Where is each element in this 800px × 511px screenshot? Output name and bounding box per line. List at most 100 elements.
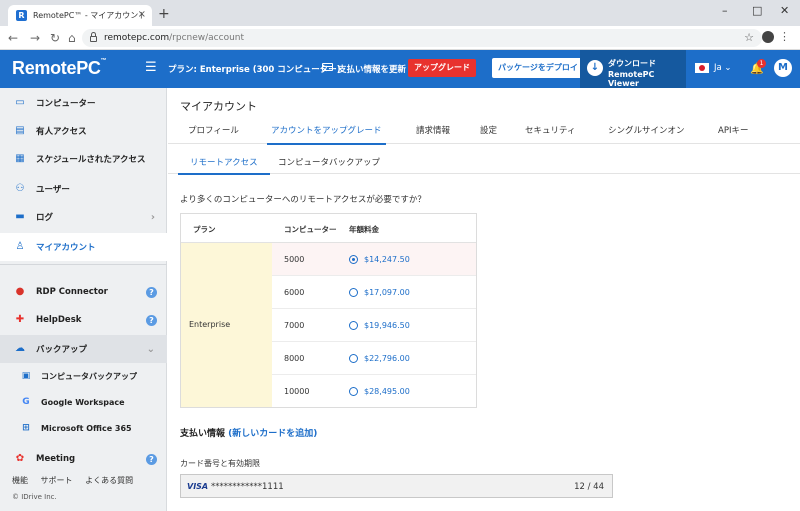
deploy-package-button[interactable]: パッケージをデプロイ <box>492 58 584 78</box>
sidebar-item-backup[interactable]: ☁ バックアップ ⌄ <box>0 335 167 363</box>
sidebar-item-attended-access[interactable]: ▤ 有人アクセス <box>0 117 167 145</box>
footer-link-faq[interactable]: よくある質問 <box>85 476 133 485</box>
avatar[interactable]: M <box>774 59 792 77</box>
sidebar-item-helpdesk[interactable]: ✚ HelpDesk ? <box>0 306 167 334</box>
language-selector[interactable]: Ja ⌄ <box>714 63 732 73</box>
download-icon: ↓ <box>587 60 603 76</box>
sidebar-item-label: Meeting <box>36 454 76 464</box>
close-window-button[interactable]: ✕ <box>780 4 789 17</box>
radio-button[interactable] <box>349 387 358 396</box>
tab-upgrade-account[interactable]: アカウントをアップグレード <box>267 124 386 145</box>
sidebar-item-my-account[interactable]: ♙ マイアカウント <box>0 233 167 261</box>
add-card-link[interactable]: (新しいカードを追加) <box>228 429 317 439</box>
computer-count: 10000 <box>284 387 310 396</box>
tab-security[interactable]: セキュリティ <box>525 124 576 136</box>
home-icon[interactable]: ⌂ <box>68 31 76 45</box>
payment-title: 支払い情報 <box>180 429 226 439</box>
help-icon[interactable]: ? <box>146 453 157 465</box>
subtab-remote-access[interactable]: リモートアクセス <box>178 156 270 175</box>
radio-button[interactable] <box>349 255 358 264</box>
hamburger-menu-icon[interactable]: ☰ <box>145 60 157 75</box>
tab-settings[interactable]: 設定 <box>480 124 497 136</box>
annual-price: $14,247.50 <box>364 255 410 264</box>
google-icon: G <box>22 397 30 407</box>
sidebar-subitem-google-workspace[interactable]: G Google Workspace <box>0 389 167 415</box>
back-icon[interactable]: ← <box>8 31 18 45</box>
tab-close-icon[interactable]: × <box>138 9 146 20</box>
helpdesk-icon: ✚ <box>15 314 25 325</box>
sidebar-subitem-label: Microsoft Office 365 <box>41 423 132 433</box>
reload-icon[interactable]: ↻ <box>50 31 60 45</box>
table-row[interactable]: 6000 $17,097.00 <box>272 276 476 309</box>
table-row[interactable]: 5000 $14,247.50 <box>272 243 476 276</box>
japan-flag-icon[interactable] <box>695 63 709 73</box>
tab-sso[interactable]: シングルサインオン <box>608 124 685 136</box>
radio-button[interactable] <box>349 354 358 363</box>
table-row[interactable]: 8000 $22,796.00 <box>272 342 476 375</box>
new-tab-button[interactable]: + <box>158 6 170 22</box>
card-number-field[interactable]: VISA ************1111 12 / 44 <box>180 474 613 498</box>
update-payment-link[interactable]: 支払い情報を更新 <box>338 63 406 75</box>
sidebar-item-label: ユーザー <box>36 185 70 195</box>
cloud-icon: ☁ <box>15 343 25 354</box>
help-icon[interactable]: ? <box>146 286 157 298</box>
tab-profile[interactable]: プロフィール <box>188 124 239 136</box>
upgrade-subtabs: リモートアクセス コンピュータバックアップ <box>168 150 800 175</box>
subtab-computer-backup[interactable]: コンピュータバックアップ <box>278 156 380 168</box>
column-header-computers: コンピューター <box>284 225 337 234</box>
download-viewer-button[interactable]: ↓ ダウンロード RemotePC Viewer <box>580 50 686 88</box>
card-char-count: 12 / 44 <box>574 482 604 492</box>
sidebar-item-label: コンピューター <box>36 99 96 109</box>
plan-name: Enterprise <box>189 320 231 329</box>
computer-count: 7000 <box>284 321 305 330</box>
sidebar-item-computers[interactable]: ▭ コンピューター <box>0 89 167 117</box>
browser-tab[interactable]: R RemotePC™ - マイアカウント情報 × <box>8 5 152 26</box>
sidebar-item-meeting[interactable]: ✿ Meeting ? <box>0 445 167 473</box>
radio-button[interactable] <box>349 288 358 297</box>
minimize-button[interactable]: – <box>722 4 728 17</box>
browser-toolbar: ← → ↻ ⌂ remotepc.com/rpcnew/account ☆ ⋮ <box>0 26 800 50</box>
bookmark-star-icon[interactable]: ☆ <box>744 31 754 44</box>
annual-price: $17,097.00 <box>364 288 410 297</box>
sidebar-item-logs[interactable]: ▬ ログ › <box>0 203 167 231</box>
sidebar-item-rdp-connector[interactable]: ● RDP Connector ? <box>0 278 167 306</box>
language-value: Ja <box>714 63 722 73</box>
footer-link-support[interactable]: サポート <box>41 476 73 485</box>
plan-label: プラン: Enterprise (300 コンピューター) <box>168 65 341 75</box>
help-icon[interactable]: ? <box>146 314 157 326</box>
sidebar: ▭ コンピューター ▤ 有人アクセス ▦ スケジュールされたアクセス ⚇ ユーザ… <box>0 88 167 511</box>
sidebar-subitem-computer-backup[interactable]: ▣ コンピュータバックアップ <box>0 363 167 389</box>
card-field-label: カード番号と有効期限 <box>180 459 260 468</box>
sidebar-divider <box>0 264 167 265</box>
browser-menu-icon[interactable]: ⋮ <box>779 30 790 43</box>
address-bar[interactable]: remotepc.com/rpcnew/account <box>82 29 762 47</box>
sidebar-subitem-label: Google Workspace <box>41 397 125 407</box>
annual-price: $28,495.00 <box>364 387 410 396</box>
table-row[interactable]: 10000 $28,495.00 <box>272 375 476 408</box>
account-tabs: プロフィール アカウントをアップグレード 請求情報 設定 セキュリティ シングル… <box>168 118 800 145</box>
maximize-button[interactable]: □ <box>752 4 762 17</box>
download-label: ダウンロード <box>608 59 656 68</box>
computer-count: 5000 <box>284 255 305 264</box>
main-content: マイアカウント プロフィール アカウントをアップグレード 請求情報 設定 セキュ… <box>168 88 800 511</box>
sidebar-item-users[interactable]: ⚇ ユーザー <box>0 175 167 203</box>
radio-button[interactable] <box>349 321 358 330</box>
sidebar-item-scheduled-access[interactable]: ▦ スケジュールされたアクセス <box>0 145 167 173</box>
tab-api-key[interactable]: APIキー <box>718 124 748 136</box>
table-row[interactable]: 7000 $19,946.50 <box>272 309 476 342</box>
tab-billing[interactable]: 請求情報 <box>416 124 450 136</box>
profile-icon[interactable] <box>762 31 774 43</box>
credit-card-icon <box>322 63 333 71</box>
chevron-right-icon: › <box>150 211 155 223</box>
upgrade-button[interactable]: アップグレード <box>408 59 476 77</box>
forward-icon[interactable]: → <box>30 31 40 45</box>
remotepc-logo[interactable]: RemotePC™ <box>12 58 107 79</box>
remotepc-favicon-icon: R <box>16 10 27 21</box>
windows-icon: ⊞ <box>22 423 30 433</box>
log-icon: ▬ <box>15 211 25 222</box>
sidebar-subitem-office365[interactable]: ⊞ Microsoft Office 365 <box>0 415 167 441</box>
sidebar-item-label: スケジュールされたアクセス <box>36 155 146 165</box>
user-icon: ♙ <box>15 241 25 252</box>
sidebar-subitem-label: コンピュータバックアップ <box>41 371 137 381</box>
footer-link-features[interactable]: 機能 <box>12 476 28 485</box>
